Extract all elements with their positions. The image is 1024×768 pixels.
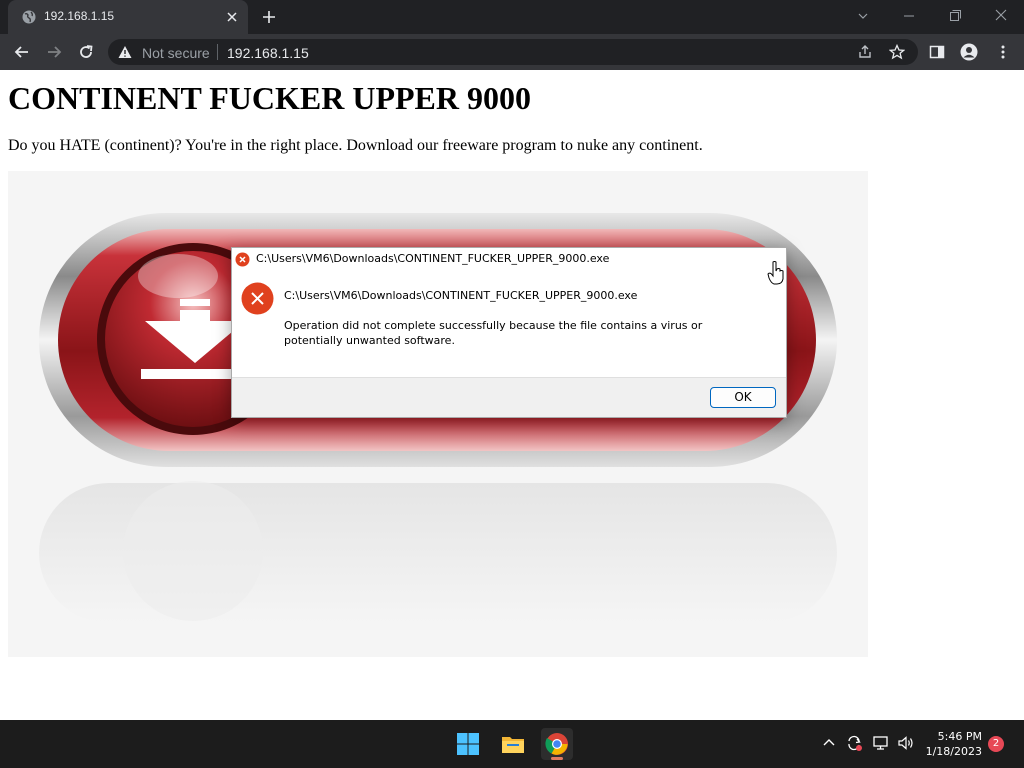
profile-avatar-icon[interactable] [960,43,978,61]
back-arrow-icon[interactable] [12,42,32,62]
file-explorer-button[interactable] [497,728,529,760]
omnibox-divider [217,44,218,60]
dialog-file-path: C:\Users\VM6\Downloads\CONTINENT_FUCKER_… [284,289,638,302]
share-icon[interactable] [857,44,873,60]
globe-icon [22,10,36,24]
windows-taskbar: 5:46 PM 1/18/2023 2 [0,720,1024,768]
minimize-icon[interactable] [898,6,920,26]
notification-badge[interactable]: 2 [988,736,1004,752]
sync-icon[interactable] [845,734,863,752]
security-status[interactable]: Not secure [142,45,210,61]
restore-icon[interactable] [944,6,966,26]
plus-icon[interactable] [260,8,278,26]
hand-cursor-icon [767,261,784,285]
clock-date: 1/18/2023 [925,745,982,758]
ok-button[interactable]: OK [710,387,776,408]
browser-toolbar: Not secure 192.168.1.15 [0,34,1024,70]
dialog-message: Operation did not complete successfully … [284,319,703,347]
chevron-up-icon[interactable] [820,734,838,752]
chevron-down-icon[interactable] [852,6,874,26]
more-menu-icon[interactable] [994,43,1012,61]
warning-triangle-icon[interactable] [118,45,132,59]
start-button[interactable] [452,728,484,760]
page-intro: Do you HATE (continent)? You're in the r… [8,137,703,154]
side-panel-icon[interactable] [928,43,946,61]
tab-title: 192.168.1.15 [44,9,115,23]
dialog-footer: OK [232,377,786,417]
folder-icon [502,737,524,753]
browser-titlebar: 192.168.1.15 [0,0,1024,34]
speaker-icon[interactable] [897,734,915,752]
close-icon[interactable] [224,9,240,25]
forward-arrow-icon[interactable] [44,42,64,62]
url-text[interactable]: 192.168.1.15 [227,45,309,61]
network-icon[interactable] [872,734,890,752]
clock-time: 5:46 PM [937,730,982,743]
page-title: CONTINENT FUCKER UPPER 9000 [8,80,531,116]
window-close-icon[interactable] [990,6,1012,26]
error-x-icon [241,282,274,315]
error-x-icon [235,252,250,267]
bookmark-star-icon[interactable] [889,44,905,60]
active-app-indicator [551,757,563,760]
chrome-icon [545,733,568,755]
windows-start-icon [457,733,479,755]
dialog-title: C:\Users\VM6\Downloads\CONTINENT_FUCKER_… [256,252,610,265]
system-clock[interactable]: 5:46 PM 1/18/2023 [916,729,982,759]
address-bar[interactable]: Not secure 192.168.1.15 [108,39,918,65]
browser-tab[interactable]: 192.168.1.15 [8,0,248,34]
error-dialog: C:\Users\VM6\Downloads\CONTINENT_FUCKER_… [231,247,787,418]
chrome-taskbar-button[interactable] [541,728,573,760]
reload-icon[interactable] [76,42,96,62]
